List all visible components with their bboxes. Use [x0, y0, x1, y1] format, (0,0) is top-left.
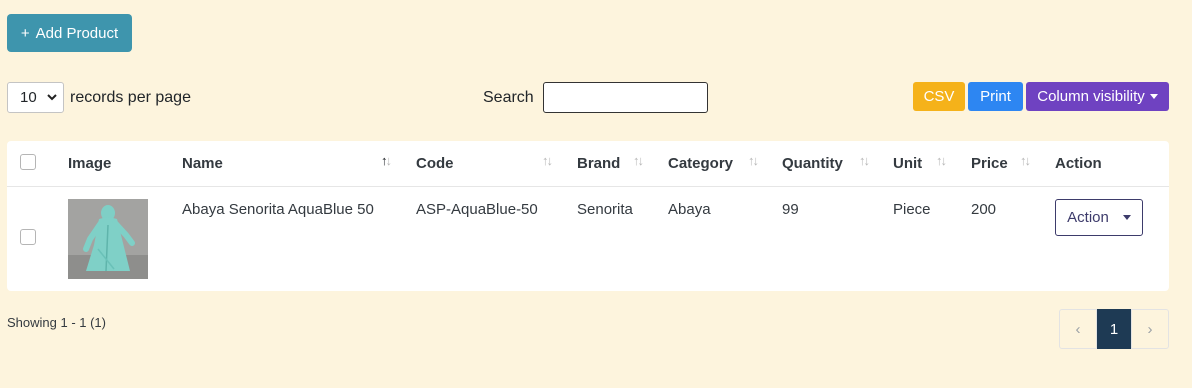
action-dropdown-button[interactable]: Action — [1055, 199, 1143, 236]
cell-unit: Piece — [893, 201, 931, 218]
select-all-checkbox[interactable] — [20, 154, 36, 170]
header-code[interactable]: Code — [416, 141, 454, 186]
add-product-label: Add Product — [35, 24, 119, 42]
product-image[interactable] — [68, 199, 148, 279]
chevron-down-icon — [47, 92, 57, 104]
header-image[interactable]: Image — [68, 141, 111, 186]
pagination: ‹ 1 › — [1059, 309, 1169, 349]
showing-info: Showing 1 - 1 (1) — [7, 315, 106, 330]
page-1-button[interactable]: 1 — [1097, 309, 1131, 349]
header-unit[interactable]: Unit — [893, 141, 922, 186]
records-per-page: 10 records per page — [7, 82, 191, 113]
header-price[interactable]: Price — [971, 141, 1008, 186]
chevron-right-icon: › — [1147, 320, 1153, 338]
header-quantity[interactable]: Quantity — [782, 141, 843, 186]
search-input[interactable] — [542, 82, 708, 113]
records-per-page-label: records per page — [70, 88, 191, 106]
page-length-select[interactable]: 10 — [7, 82, 64, 113]
products-table: Image Name ↑↓ Code ↑↓ Brand ↑↓ Category … — [7, 141, 1169, 291]
print-button[interactable]: Print — [968, 82, 1023, 111]
header-action: Action — [1055, 155, 1102, 172]
sort-icon[interactable]: ↑↓ — [633, 153, 644, 168]
next-page-button[interactable]: › — [1131, 309, 1169, 349]
header-category[interactable]: Category — [668, 141, 733, 186]
plus-icon: + — [20, 24, 30, 42]
search: Search — [483, 82, 708, 113]
action-label: Action — [1067, 209, 1109, 226]
column-visibility-button[interactable]: Column visibility — [1026, 82, 1169, 111]
row-checkbox[interactable] — [20, 229, 36, 245]
sort-asc-icon[interactable]: ↑↓ — [381, 153, 392, 168]
page-length-value: 10 — [20, 89, 37, 106]
cell-name: Abaya Senorita AquaBlue 50 — [182, 201, 374, 218]
sort-icon[interactable]: ↑↓ — [542, 153, 553, 168]
table-header: Image Name ↑↓ Code ↑↓ Brand ↑↓ Category … — [7, 141, 1169, 187]
add-product-button[interactable]: + Add Product — [7, 14, 132, 52]
cell-price: 200 — [971, 201, 997, 218]
chevron-left-icon: ‹ — [1075, 320, 1081, 338]
cell-category: Abaya — [668, 201, 711, 218]
previous-page-button[interactable]: ‹ — [1059, 309, 1097, 349]
csv-button[interactable]: CSV — [913, 82, 965, 111]
sort-icon[interactable]: ↑↓ — [1020, 153, 1031, 168]
sort-icon[interactable]: ↑↓ — [936, 153, 947, 168]
caret-down-icon — [1122, 215, 1131, 220]
cell-brand: Senorita — [577, 201, 633, 218]
search-label: Search — [483, 88, 534, 106]
sort-icon[interactable]: ↑↓ — [748, 153, 759, 168]
header-name[interactable]: Name — [182, 141, 223, 186]
caret-down-icon — [1149, 94, 1158, 99]
column-visibility-label: Column visibility — [1037, 88, 1145, 105]
cell-code: ASP-AquaBlue-50 — [416, 201, 538, 218]
cell-quantity: 99 — [782, 201, 799, 218]
header-brand[interactable]: Brand — [577, 141, 620, 186]
sort-icon[interactable]: ↑↓ — [859, 153, 870, 168]
